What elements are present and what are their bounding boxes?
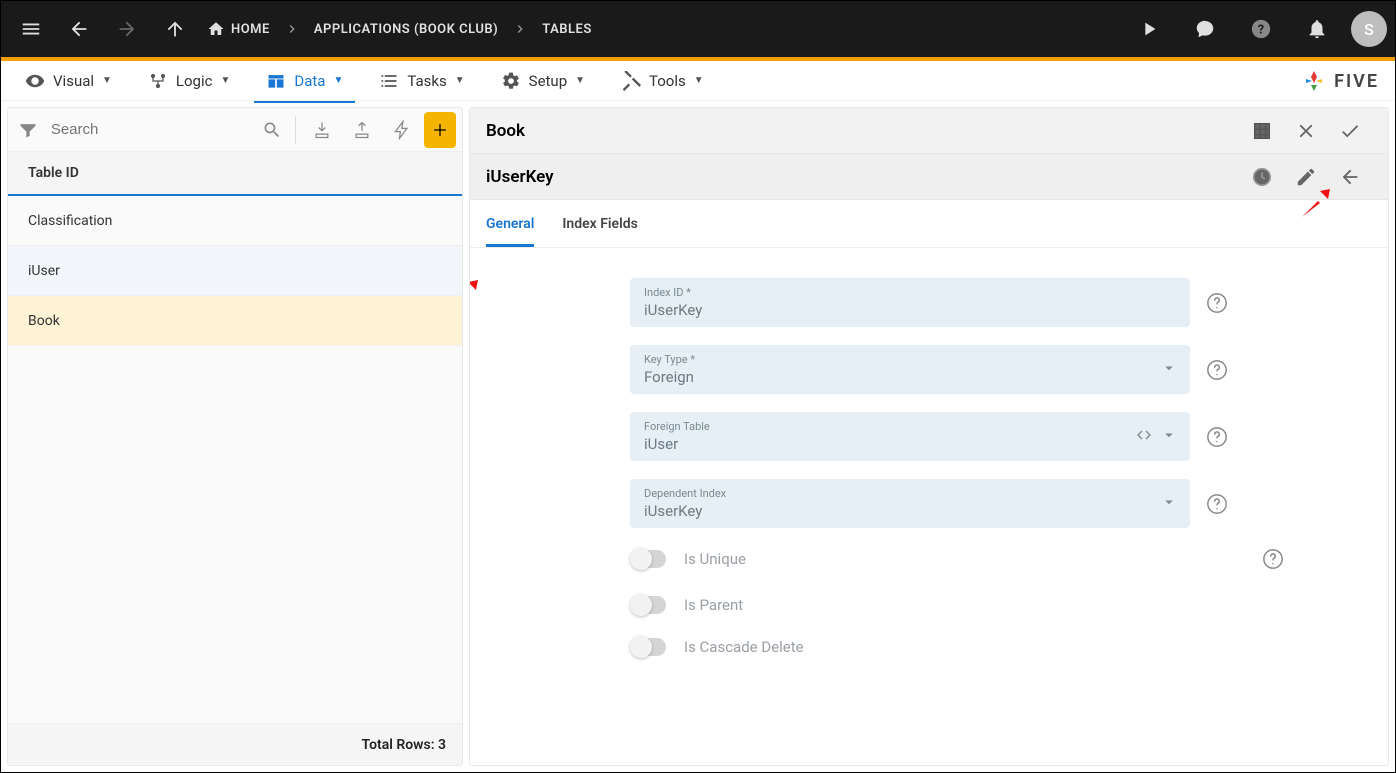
sidebar-column-header: Table ID	[8, 152, 462, 196]
is-parent-label: Is Parent	[684, 596, 743, 614]
brand-logo: FIVE	[1302, 69, 1379, 93]
avatar[interactable]: S	[1351, 11, 1387, 47]
filter-icon[interactable]	[14, 120, 43, 140]
table-row[interactable]: Classification	[8, 196, 462, 246]
grid-icon[interactable]	[1240, 109, 1284, 153]
subtab-general[interactable]: General	[486, 200, 534, 247]
tab-setup[interactable]: Setup▼	[483, 61, 603, 100]
form-area: Index ID * iUserKey Key Type * Foreign F…	[470, 248, 1388, 765]
forward-icon	[105, 7, 149, 51]
sub-title: iUserKey	[486, 167, 1240, 187]
detail-panel: Book iUserKey General Index Fields I	[469, 107, 1389, 766]
export-icon[interactable]	[344, 112, 380, 148]
svg-text:?: ?	[1258, 23, 1264, 38]
chevron-down-icon	[1160, 426, 1178, 448]
table-row[interactable]: iUser	[8, 246, 462, 296]
breadcrumb-home[interactable]: HOME	[201, 20, 276, 38]
bell-icon[interactable]	[1295, 7, 1339, 51]
chevron-down-icon	[1160, 359, 1178, 381]
up-icon[interactable]	[153, 7, 197, 51]
chat-icon[interactable]	[1183, 7, 1227, 51]
back-arrow-icon[interactable]	[1328, 155, 1372, 199]
help-icon[interactable]	[1204, 491, 1230, 517]
sidebar-toolbar	[8, 108, 462, 152]
foreign-table-field[interactable]: Foreign Table iUser	[630, 412, 1190, 461]
edit-icon[interactable]	[1284, 155, 1328, 199]
tab-tools[interactable]: Tools▼	[603, 61, 722, 100]
is-cascade-toggle[interactable]	[630, 638, 666, 656]
main-area: Table ID Classification iUser Book Total…	[1, 101, 1395, 772]
is-parent-toggle[interactable]	[630, 596, 666, 614]
breadcrumb-apps[interactable]: APPLICATIONS (BOOK CLUB)	[308, 22, 504, 37]
table-row[interactable]: Book	[8, 296, 462, 346]
search-input[interactable]	[47, 117, 254, 142]
chevron-right-icon	[508, 21, 532, 37]
search-icon[interactable]	[258, 120, 287, 140]
help-icon[interactable]	[1204, 357, 1230, 383]
help-icon[interactable]	[1260, 546, 1286, 572]
breadcrumb-tables[interactable]: TABLES	[536, 22, 598, 37]
sidebar-footer: Total Rows: 3	[8, 723, 462, 765]
menu-icon[interactable]	[9, 7, 53, 51]
subtab-index-fields[interactable]: Index Fields	[562, 200, 637, 247]
is-unique-toggle[interactable]	[630, 550, 666, 568]
help-icon[interactable]	[1204, 424, 1230, 450]
code-icon	[1136, 427, 1152, 447]
play-icon[interactable]	[1127, 7, 1171, 51]
import-icon[interactable]	[304, 112, 340, 148]
detail-header: Book	[470, 108, 1388, 154]
tab-visual[interactable]: Visual▼	[7, 61, 130, 100]
chevron-right-icon	[280, 21, 304, 37]
detail-subheader: iUserKey	[470, 154, 1388, 200]
key-type-field[interactable]: Key Type * Foreign	[630, 345, 1190, 394]
history-icon[interactable]	[1240, 155, 1284, 199]
sidebar: Table ID Classification iUser Book Total…	[7, 107, 463, 766]
tabbar: Visual▼ Logic▼ Data▼ Tasks▼ Setup▼ Tools…	[1, 61, 1395, 101]
annotation-arrow-index-id	[470, 276, 482, 320]
is-unique-label: Is Unique	[684, 550, 746, 568]
sidebar-list: Classification iUser Book	[8, 196, 462, 723]
index-id-field[interactable]: Index ID * iUserKey	[630, 278, 1190, 327]
is-cascade-label: Is Cascade Delete	[684, 638, 804, 656]
back-icon[interactable]	[57, 7, 101, 51]
close-icon[interactable]	[1284, 109, 1328, 153]
check-icon[interactable]	[1328, 109, 1372, 153]
chevron-down-icon	[1160, 493, 1178, 515]
add-button[interactable]	[424, 112, 456, 148]
subtabs: General Index Fields	[470, 200, 1388, 248]
tab-data[interactable]: Data▼	[248, 61, 361, 100]
tab-logic[interactable]: Logic▼	[130, 61, 248, 100]
tab-tasks[interactable]: Tasks▼	[361, 61, 482, 100]
topbar: HOME APPLICATIONS (BOOK CLUB) TABLES ? S	[1, 1, 1395, 57]
page-title: Book	[486, 121, 1240, 141]
help-icon[interactable]: ?	[1239, 7, 1283, 51]
bolt-icon[interactable]	[384, 112, 420, 148]
help-icon[interactable]	[1204, 290, 1230, 316]
breadcrumb-home-label: HOME	[231, 22, 270, 37]
dependent-index-field[interactable]: Dependent Index iUserKey	[630, 479, 1190, 528]
home-icon	[207, 20, 225, 38]
